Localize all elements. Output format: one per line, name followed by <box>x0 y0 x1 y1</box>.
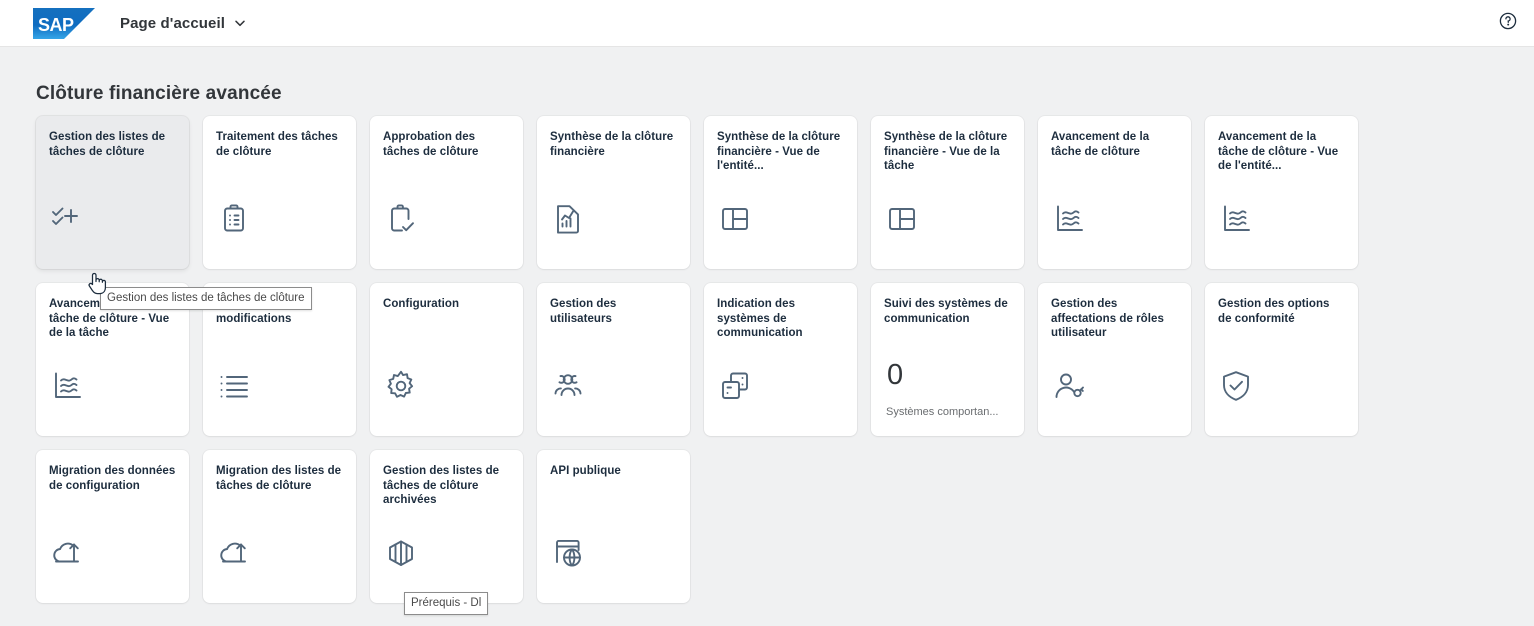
clipboard-list-icon <box>217 202 251 236</box>
tile-12[interactable]: Indication des systèmes de communication <box>704 283 857 436</box>
communication-systems-icon <box>718 369 752 403</box>
svg-text:SAP: SAP <box>38 15 74 35</box>
tile-title: Synthèse de la clôture financière - Vue … <box>717 131 841 172</box>
tile-title: Gestion des affectations de rôles utilis… <box>1051 298 1164 339</box>
users-group-icon <box>551 369 585 403</box>
tile-grid: Gestion des listes de tâches de clôture T… <box>36 116 1516 617</box>
tile-title: Avancement de la tâche de clôture <box>1051 131 1150 158</box>
tile-17[interactable]: Migration des listes de tâches de clôtur… <box>203 450 356 603</box>
tile-0[interactable]: Gestion des listes de tâches de clôture <box>36 116 189 269</box>
layout-panel-icon <box>885 202 919 236</box>
clipboard-check-icon <box>384 202 418 236</box>
help-button[interactable] <box>1492 7 1524 39</box>
shell-header: SAP Page d'accueil <box>0 0 1534 47</box>
tile-title: Migration des données de configuration <box>49 465 176 492</box>
tile-11[interactable]: Gestion des utilisateurs <box>537 283 690 436</box>
tile-18[interactable]: Gestion des listes de tâches de clôture … <box>370 450 523 603</box>
tile-13[interactable]: Suivi des systèmes de communication 0 Syst… <box>871 283 1024 436</box>
bullet-list-icon <box>217 369 251 403</box>
layout-panel-icon <box>718 202 752 236</box>
archive-box-icon <box>384 536 418 570</box>
line-chart-icon <box>1219 202 1253 236</box>
tile-title: Gestion des listes de tâches de clôture … <box>383 465 500 506</box>
api-globe-icon <box>551 536 585 570</box>
tooltip-tile-title: Gestion des listes de tâches de clôture <box>100 287 312 310</box>
tile-title: Migration des listes de tâches de clôtur… <box>216 465 342 492</box>
tile-title: API publique <box>550 465 621 477</box>
tile-title: Avancement de la tâche de clôture - Vue … <box>1218 131 1339 172</box>
tile-title: Gestion des utilisateurs <box>550 298 617 325</box>
page-body: Clôture financière avancée Gestion des l… <box>0 47 1534 626</box>
tile-6[interactable]: Avancement de la tâche de clôture <box>1038 116 1191 269</box>
home-page-title-button[interactable]: Page d'accueil <box>114 7 252 39</box>
shell-title: Page d'accueil <box>120 14 226 32</box>
line-chart-icon <box>50 369 84 403</box>
tile-1[interactable]: Traitement des tâches de clôture <box>203 116 356 269</box>
tile-title: Approbation des tâches de clôture <box>383 131 479 158</box>
tile-title: Synthèse de la clôture financière <box>550 131 674 158</box>
gear-icon <box>384 369 418 403</box>
tile-title: Gestion des listes de tâches de clôture <box>49 131 166 158</box>
tile-title: Suivi des systèmes de communication <box>884 298 1008 325</box>
cloud-upload-icon <box>50 536 84 570</box>
tile-title: Indication des systèmes de communication <box>717 298 803 339</box>
chevron-down-icon <box>234 17 246 29</box>
tile-title: Gestion des options de conformité <box>1218 298 1330 325</box>
tile-4[interactable]: Synthèse de la clôture financière - Vue … <box>704 116 857 269</box>
checklist-add-icon <box>50 202 84 236</box>
tile-14[interactable]: Gestion des affectations de rôles utilis… <box>1038 283 1191 436</box>
tile-15[interactable]: Gestion des options de conformité <box>1205 283 1358 436</box>
document-chart-icon <box>551 202 585 236</box>
tile-7[interactable]: Avancement de la tâche de clôture - Vue … <box>1205 116 1358 269</box>
tile-title: Synthèse de la clôture financière - Vue … <box>884 131 1008 172</box>
tile-2[interactable]: Approbation des tâches de clôture <box>370 116 523 269</box>
tile-kpi-subtitle: Systèmes comportan... <box>886 406 999 418</box>
tooltip-prerequisite: Prérequis - Dl <box>404 592 489 615</box>
tile-3[interactable]: Synthèse de la clôture financière <box>537 116 690 269</box>
tile-10[interactable]: Configuration <box>370 283 523 436</box>
page-title: Clôture financière avancée <box>36 83 282 104</box>
tile-title: Configuration <box>383 298 460 310</box>
shield-check-icon <box>1219 369 1253 403</box>
sap-logo[interactable]: SAP <box>33 7 95 39</box>
help-circle-icon <box>1499 12 1517 35</box>
tile-kpi-value: 0 <box>887 359 904 391</box>
tile-16[interactable]: Migration des données de configuration <box>36 450 189 603</box>
cloud-upload-icon <box>217 536 251 570</box>
tile-title: Traitement des tâches de clôture <box>216 131 338 158</box>
tile-19[interactable]: API publique <box>537 450 690 603</box>
tile-5[interactable]: Synthèse de la clôture financière - Vue … <box>871 116 1024 269</box>
line-chart-icon <box>1052 202 1086 236</box>
user-role-icon <box>1052 369 1086 403</box>
